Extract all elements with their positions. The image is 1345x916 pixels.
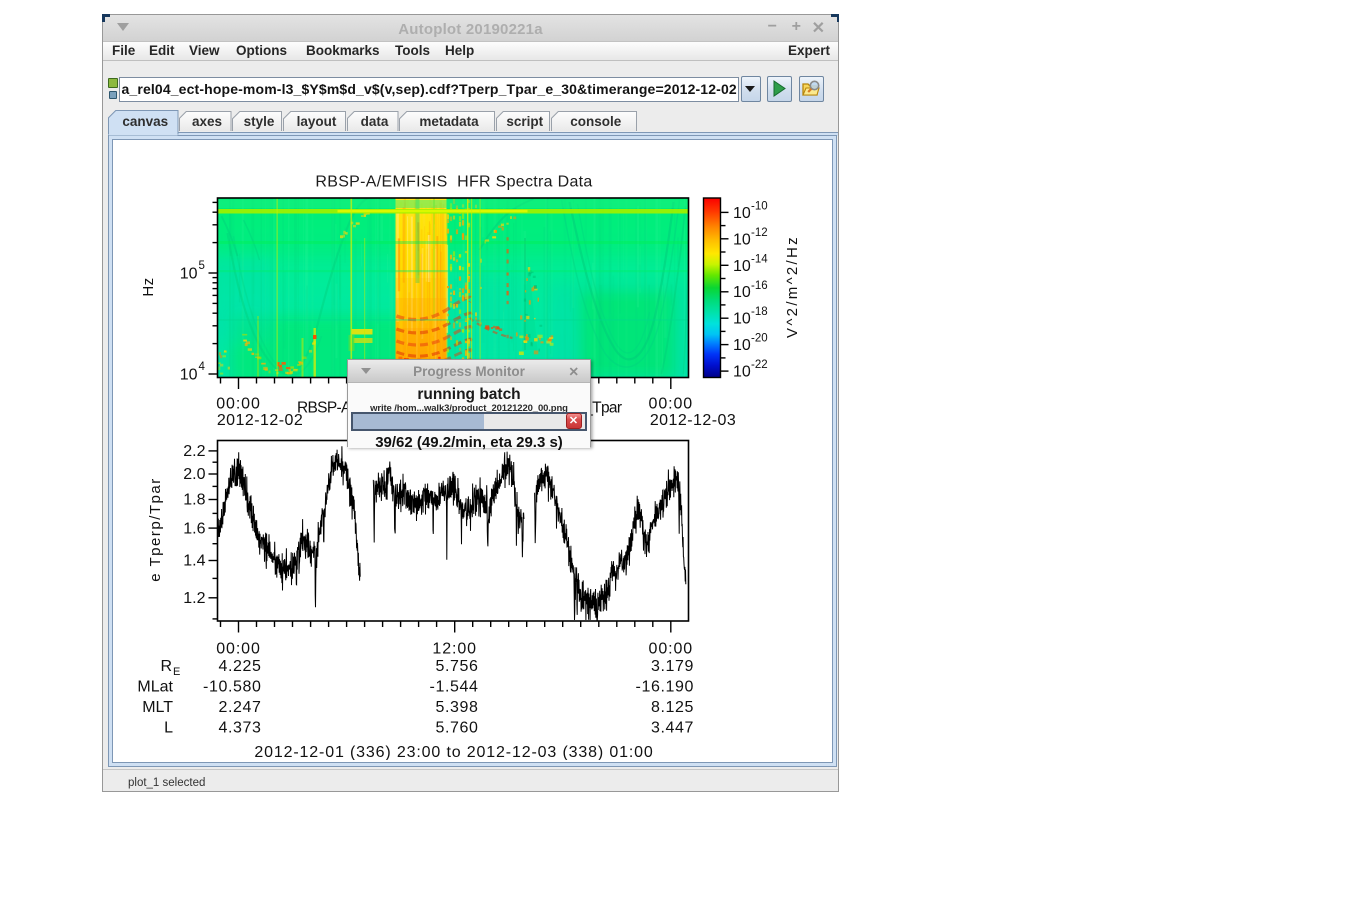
svg-text:2012-12-01 (336) 23:00 to 2012: 2012-12-01 (336) 23:00 to 2012-12-03 (33… xyxy=(254,744,653,760)
svg-text:2.0: 2.0 xyxy=(183,466,205,483)
svg-text:10: 10 xyxy=(180,266,198,283)
svg-text:L: L xyxy=(164,720,173,737)
svg-text:Hz: Hz xyxy=(140,277,157,296)
svg-text:MLat: MLat xyxy=(137,679,173,696)
svg-text:2.2: 2.2 xyxy=(183,443,205,460)
svg-text:00:00: 00:00 xyxy=(649,641,694,658)
svg-text:10: 10 xyxy=(733,231,751,248)
svg-text:R: R xyxy=(160,658,172,675)
svg-text:10: 10 xyxy=(733,311,751,328)
svg-text:1.4: 1.4 xyxy=(183,553,205,570)
svg-text:-20: -20 xyxy=(751,333,768,345)
svg-text:4: 4 xyxy=(199,361,206,373)
svg-text:-16: -16 xyxy=(751,280,768,292)
svg-text:2.247: 2.247 xyxy=(218,699,261,716)
svg-text:5.756: 5.756 xyxy=(435,658,478,675)
svg-text:5: 5 xyxy=(199,260,205,272)
svg-text:00:00: 00:00 xyxy=(649,396,694,413)
svg-text:-18: -18 xyxy=(751,306,768,318)
svg-text:1.2: 1.2 xyxy=(183,590,205,607)
svg-text:1.8: 1.8 xyxy=(183,492,205,509)
svg-text:10: 10 xyxy=(180,367,198,384)
svg-text:10: 10 xyxy=(733,205,751,222)
svg-text:-1.544: -1.544 xyxy=(430,679,479,696)
svg-text:RBSP-A/EMFISIS HFR Spectra Da: RBSP-A/EMFISIS HFR Spectra Data xyxy=(315,174,592,191)
svg-text:3.447: 3.447 xyxy=(651,720,694,737)
svg-text:-10.580: -10.580 xyxy=(203,679,261,696)
svg-text:-12: -12 xyxy=(751,227,768,239)
svg-text:10: 10 xyxy=(733,364,751,381)
svg-text:00:00: 00:00 xyxy=(216,396,261,413)
svg-text:V^2/m^2/Hz: V^2/m^2/Hz xyxy=(784,235,801,338)
svg-text:4.373: 4.373 xyxy=(218,720,261,737)
svg-text:8.125: 8.125 xyxy=(651,699,694,716)
svg-text:2012-12-02: 2012-12-02 xyxy=(217,412,303,429)
svg-text:10: 10 xyxy=(733,337,751,354)
svg-text:2012-12-03: 2012-12-03 xyxy=(650,412,736,429)
svg-text:E: E xyxy=(173,666,180,678)
svg-text:-14: -14 xyxy=(751,253,768,265)
svg-text:-10: -10 xyxy=(751,200,768,212)
svg-text:10: 10 xyxy=(733,258,751,275)
svg-text:3.179: 3.179 xyxy=(651,658,694,675)
svg-text:-16.190: -16.190 xyxy=(636,679,694,696)
svg-text:5.760: 5.760 xyxy=(435,720,478,737)
svg-text:10: 10 xyxy=(733,284,751,301)
svg-text:4.225: 4.225 xyxy=(218,658,261,675)
svg-text:12:00: 12:00 xyxy=(432,641,477,658)
svg-text:5.398: 5.398 xyxy=(435,699,478,716)
svg-text:-22: -22 xyxy=(751,359,768,371)
svg-text:MLT: MLT xyxy=(142,699,173,716)
svg-text:e Tperp/Tpar: e Tperp/Tpar xyxy=(147,477,164,581)
svg-text:00:00: 00:00 xyxy=(216,641,261,658)
svg-text:1.6: 1.6 xyxy=(183,520,205,537)
